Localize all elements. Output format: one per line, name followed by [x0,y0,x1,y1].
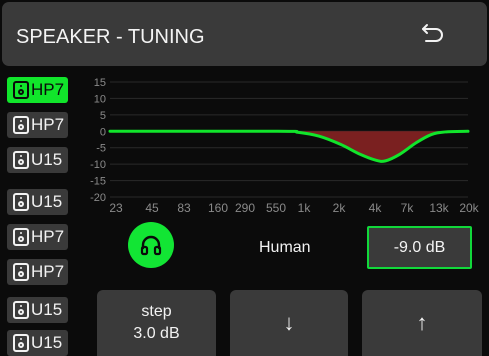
step-button[interactable]: step 3.0 dB [97,290,216,356]
speaker-item[interactable]: U15 [7,297,68,323]
speaker-icon [13,116,29,134]
headphones-icon [140,235,162,256]
speaker-icon [13,301,29,319]
x-tick-label: 550 [266,201,286,215]
y-tick-label: 5 [100,110,106,122]
speaker-label: U15 [31,300,63,319]
speaker-icon [13,263,29,281]
header-bar: SPEAKER - TUNING [2,2,487,66]
x-tick-label: 290 [235,201,255,215]
speaker-icon [13,151,29,169]
speaker-label: HP7 [31,227,65,246]
x-tick-label: 4k [369,201,383,215]
speaker-icon [13,334,29,352]
step-label: step [141,303,172,320]
speaker-label: U15 [31,150,63,169]
speaker-item[interactable]: HP7 [7,112,68,138]
x-tick-label: 160 [208,201,228,215]
eq-cut-fill [110,131,468,162]
step-value: 3.0 dB [133,325,180,342]
speaker-item[interactable]: U15 [7,330,68,356]
y-tick-label: 15 [94,77,106,89]
speaker-item[interactable]: HP7 [7,224,68,250]
speaker-item[interactable]: U15 [7,189,68,215]
eq-response-chart: 15 10 5 0 -5 -10 -15 -2023 45 83 160 290 550 1k 2k 4k 7k… [90,77,480,215]
y-tick-label: 10 [94,93,106,105]
x-tick-label: 20k [459,201,479,215]
decrease-button[interactable]: ↓ [230,290,348,356]
y-tick-label: -10 [90,159,106,171]
x-tick-label: 13k [429,201,449,215]
y-tick-label: -5 [96,143,106,155]
speaker-icon [13,228,29,246]
x-tick-label: 45 [145,201,159,215]
x-tick-label: 23 [109,201,123,215]
x-tick-label: 83 [177,201,191,215]
speaker-label: HP7 [31,262,65,281]
gain-value-field[interactable]: -9.0 dB [367,226,472,269]
down-arrow-icon: ↓ [283,310,295,335]
speaker-label: HP7 [31,80,65,99]
y-tick-label: 0 [100,126,106,138]
headphone-button[interactable] [128,222,174,268]
page-title: SPEAKER - TUNING [16,26,205,48]
speaker-label: U15 [31,333,63,352]
speaker-item[interactable]: U15 [7,147,68,173]
speaker-item[interactable]: HP7 [7,77,68,103]
y-tick-label: -15 [90,176,106,188]
increase-button[interactable]: ↑ [362,290,482,356]
mode-label: Human [259,239,311,256]
speaker-icon [13,81,29,99]
x-tick-label: 1k [298,201,312,215]
y-tick-label: -20 [90,192,106,204]
speaker-label: HP7 [31,115,65,134]
x-tick-label: 7k [401,201,415,215]
speaker-item[interactable]: HP7 [7,259,68,285]
up-arrow-icon: ↑ [416,310,428,335]
undo-arrow-icon[interactable] [419,20,447,48]
x-tick-label: 2k [333,201,347,215]
speaker-icon [13,193,29,211]
speaker-label: U15 [31,192,63,211]
gain-value: -9.0 dB [393,238,446,256]
